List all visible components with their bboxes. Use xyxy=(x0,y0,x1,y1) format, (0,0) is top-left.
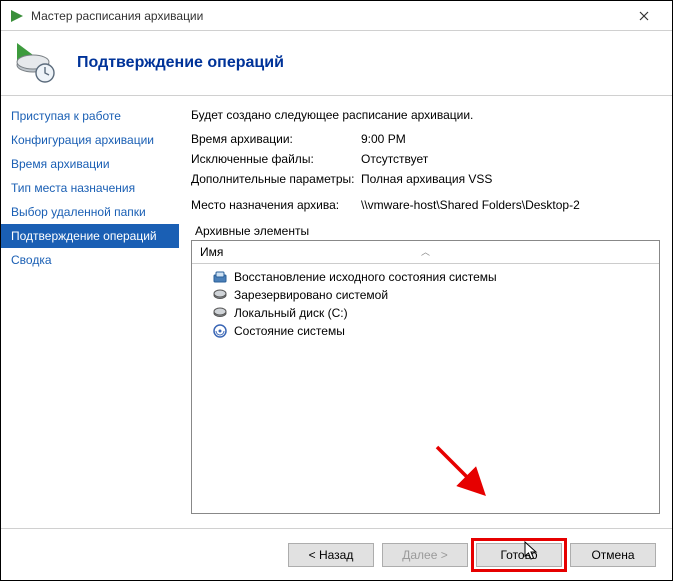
cancel-button[interactable]: Отмена xyxy=(570,543,656,567)
label-backup-time: Время архивации: xyxy=(191,132,361,146)
system-state-icon xyxy=(212,323,228,339)
wizard-icon xyxy=(11,39,59,87)
recovery-icon xyxy=(212,269,228,285)
list-item-label: Локальный диск (C:) xyxy=(234,306,348,320)
app-icon xyxy=(9,8,25,24)
items-list: Имя ︿ Восстановление исходного состояния… xyxy=(191,240,660,514)
list-body: Восстановление исходного состояния систе… xyxy=(192,264,659,513)
description-text: Будет создано следующее расписание архив… xyxy=(191,108,660,122)
list-header[interactable]: Имя ︿ xyxy=(192,241,659,264)
value-advanced: Полная архивация VSS xyxy=(361,172,660,186)
list-item-label: Состояние системы xyxy=(234,324,345,338)
sidebar-item-backup-time[interactable]: Время архивации xyxy=(1,152,179,176)
column-name-label: Имя xyxy=(200,245,223,259)
sidebar-item-confirmation[interactable]: Подтверждение операций xyxy=(1,224,179,248)
sidebar-item-remote-folder[interactable]: Выбор удаленной папки xyxy=(1,200,179,224)
label-destination: Место назначения архива: xyxy=(191,198,361,212)
list-item[interactable]: Состояние системы xyxy=(192,322,659,340)
list-item-label: Восстановление исходного состояния систе… xyxy=(234,270,497,284)
sort-indicator-icon: ︿ xyxy=(421,245,430,258)
disk-icon xyxy=(212,305,228,321)
label-excluded-files: Исключенные файлы: xyxy=(191,152,361,166)
back-button[interactable]: < Назад xyxy=(288,543,374,567)
list-item[interactable]: Зарезервировано системой xyxy=(192,286,659,304)
wizard-steps: Приступая к работе Конфигурация архиваци… xyxy=(1,96,179,528)
sidebar-item-backup-config[interactable]: Конфигурация архивации xyxy=(1,128,179,152)
close-button[interactable] xyxy=(624,2,664,30)
row-excluded-files: Исключенные файлы: Отсутствует xyxy=(191,152,660,166)
content-pane: Будет создано следующее расписание архив… xyxy=(179,96,672,528)
list-item-label: Зарезервировано системой xyxy=(234,288,388,302)
list-item[interactable]: Локальный диск (C:) xyxy=(192,304,659,322)
column-name[interactable]: Имя ︿ xyxy=(192,241,659,263)
finish-button[interactable]: Готово xyxy=(476,543,562,567)
list-item[interactable]: Восстановление исходного состояния систе… xyxy=(192,268,659,286)
value-excluded-files: Отсутствует xyxy=(361,152,660,166)
row-destination: Место назначения архива: \\vmware-host\S… xyxy=(191,198,660,212)
wizard-footer: < Назад Далее > Готово Отмена xyxy=(1,528,672,580)
value-destination: \\vmware-host\Shared Folders\Desktop-2 xyxy=(361,198,660,212)
page-title: Подтверждение операций xyxy=(77,54,284,72)
label-advanced: Дополнительные параметры: xyxy=(191,172,361,186)
section-label: Архивные элементы xyxy=(195,224,660,238)
row-advanced: Дополнительные параметры: Полная архивац… xyxy=(191,172,660,186)
sidebar-item-summary[interactable]: Сводка xyxy=(1,248,179,272)
row-backup-time: Время архивации: 9:00 PM xyxy=(191,132,660,146)
sidebar-item-getting-started[interactable]: Приступая к работе xyxy=(1,104,179,128)
wizard-header: Подтверждение операций xyxy=(1,31,672,96)
sidebar-item-destination-type[interactable]: Тип места назначения xyxy=(1,176,179,200)
next-button: Далее > xyxy=(382,543,468,567)
titlebar: Мастер расписания архивации xyxy=(1,1,672,31)
wizard-window: Мастер расписания архивации Подтверждени… xyxy=(0,0,673,581)
window-title: Мастер расписания архивации xyxy=(31,9,624,23)
reserved-icon xyxy=(212,287,228,303)
value-backup-time: 9:00 PM xyxy=(361,132,660,146)
wizard-body: Приступая к работе Конфигурация архиваци… xyxy=(1,96,672,528)
